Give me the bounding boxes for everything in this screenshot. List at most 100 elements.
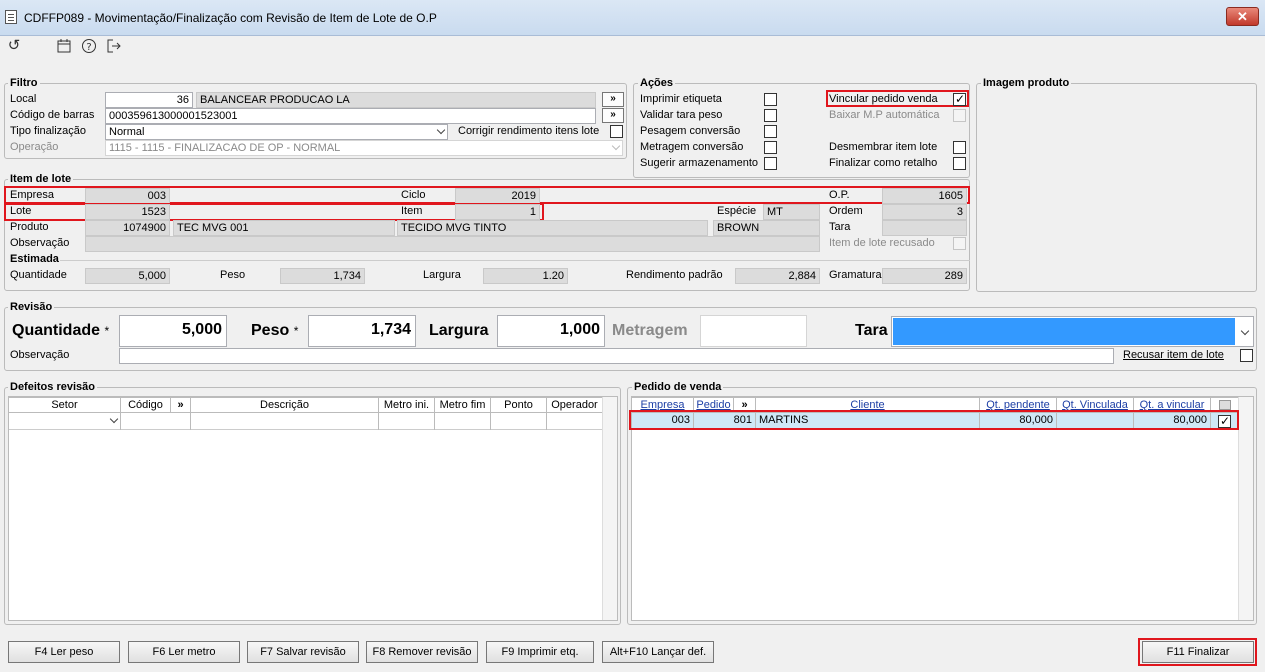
defeitos-scrollbar[interactable]	[602, 397, 617, 620]
imprimir-etq-button[interactable]: F9 Imprimir etq.	[486, 641, 594, 663]
metro-ini-cell[interactable]	[379, 413, 435, 430]
defeitos-col-codigo[interactable]: Código	[121, 397, 171, 413]
rev-peso-field[interactable]: 1,734	[308, 315, 416, 347]
codigo-cell[interactable]	[121, 413, 191, 430]
local-search-button[interactable]: »	[602, 92, 624, 107]
acao-metragem-checkbox[interactable]	[764, 141, 777, 154]
retalho-checkbox[interactable]	[953, 157, 966, 170]
setor-cell[interactable]	[9, 413, 121, 430]
help-icon[interactable]: ?	[79, 36, 99, 56]
local-name-field: BALANCEAR PRODUCAO LA	[196, 92, 596, 108]
recusar-checkbox[interactable]	[1240, 349, 1253, 362]
acao-metragem-label: Metragem conversão	[640, 141, 744, 153]
remover-revisao-button[interactable]: F8 Remover revisão	[366, 641, 478, 663]
rev-quantidade-text: Quantidade	[12, 322, 101, 339]
acao-validar-label: Validar tara peso	[640, 109, 723, 121]
rev-tara-select[interactable]	[891, 316, 1254, 347]
salvar-revisao-button[interactable]: F7 Salvar revisão	[247, 641, 359, 663]
ciclo-label: Ciclo	[401, 189, 426, 201]
est-peso-label: Peso	[220, 269, 246, 281]
observacao-field	[85, 236, 820, 252]
item-field: 1	[455, 204, 540, 220]
descricao-cell[interactable]	[191, 413, 379, 430]
required-mark: *	[293, 324, 299, 338]
est-rend-field: 2,884	[735, 268, 820, 284]
exit-icon[interactable]	[104, 36, 124, 56]
lote-label: Lote	[10, 205, 32, 217]
est-quantidade-label: Quantidade	[10, 269, 67, 281]
operacao-select: 1115 - 1115 - FINALIZACAO DE OP - NORMAL	[105, 140, 623, 156]
recusado-label: Item de lote recusado	[829, 237, 935, 249]
chevron-down-icon	[436, 125, 446, 135]
operador-cell[interactable]	[547, 413, 603, 430]
acao-sugerir-checkbox[interactable]	[764, 157, 777, 170]
est-largura-field: 1.20	[483, 268, 568, 284]
corrigir-checkbox[interactable]	[610, 125, 623, 138]
estimada-title: Estimada	[8, 253, 61, 265]
estimada-divider	[60, 260, 970, 261]
ler-metro-button[interactable]: F6 Ler metro	[128, 641, 240, 663]
vincular-label: Vincular pedido venda	[829, 93, 938, 105]
ler-peso-button[interactable]: F4 Ler peso	[8, 641, 120, 663]
lote-field: 1523	[85, 204, 170, 220]
chevron-down-icon	[611, 141, 621, 151]
baixar-label: Baixar M.P automática	[829, 109, 940, 121]
est-gramatura-label: Gramatura	[829, 269, 882, 281]
rev-tara-label: Tara	[855, 322, 888, 339]
especie-field: MT	[763, 204, 820, 220]
lancar-def-button[interactable]: Alt+F10 Lançar def.	[602, 641, 714, 663]
rev-tara-selection	[893, 318, 1235, 345]
select-all-icon[interactable]	[1218, 400, 1231, 410]
finalizar-button[interactable]: F11 Finalizar	[1142, 641, 1254, 663]
acao-pesagem-checkbox[interactable]	[764, 125, 777, 138]
barcode-field[interactable]: 000359613000001523001	[105, 108, 596, 124]
baixar-checkbox	[953, 109, 966, 122]
operacao-value: 1115 - 1115 - FINALIZACAO DE OP - NORMAL	[109, 142, 341, 154]
revisao-title: Revisão	[8, 301, 55, 313]
desmembrar-checkbox[interactable]	[953, 141, 966, 154]
defeitos-col-metro-ini[interactable]: Metro ini.	[379, 397, 435, 413]
defeitos-col-setor[interactable]: Setor	[9, 397, 121, 413]
defeitos-col-metro-fim[interactable]: Metro fim	[435, 397, 491, 413]
close-button[interactable]: ✕	[1226, 7, 1259, 26]
defeitos-col-ponto[interactable]: Ponto	[491, 397, 547, 413]
rev-quantidade-field[interactable]: 5,000	[119, 315, 227, 347]
tara-field	[882, 220, 967, 236]
defeitos-col-operador[interactable]: Operador	[547, 397, 603, 413]
rev-largura-field[interactable]: 1,000	[497, 315, 605, 347]
local-label: Local	[10, 93, 37, 105]
defeitos-col-expand[interactable]: »	[171, 397, 191, 413]
empresa-field: 003	[85, 188, 170, 204]
defeitos-new-row[interactable]	[9, 413, 603, 430]
window-title: CDFFP089 - Movimentação/Finalização com …	[24, 11, 437, 25]
acao-imprimir-checkbox[interactable]	[764, 93, 777, 106]
produto-desc-field: TECIDO MVG TINTO	[397, 220, 708, 236]
rev-observacao-field[interactable]	[119, 348, 1114, 364]
rev-peso-text: Peso	[251, 322, 290, 339]
pedido-scrollbar[interactable]	[1238, 397, 1253, 620]
acao-imprimir-label: Imprimir etiqueta	[640, 93, 722, 105]
defeitos-grid[interactable]: Setor Código » Descrição Metro ini. Metr…	[8, 396, 618, 621]
retalho-label: Finalizar como retalho	[829, 157, 938, 169]
vincular-checkbox[interactable]	[953, 92, 966, 106]
est-rend-label: Rendimento padrão	[626, 269, 723, 281]
local-code-field[interactable]: 36	[105, 92, 193, 108]
tara-label: Tara	[829, 221, 851, 233]
defeitos-title: Defeitos revisão	[8, 381, 97, 393]
tipo-value: Normal	[109, 126, 145, 138]
recusado-checkbox	[953, 237, 966, 250]
acao-validar-checkbox[interactable]	[764, 109, 777, 122]
refresh-icon[interactable]: ↺	[4, 36, 24, 56]
observacao-label: Observação	[10, 237, 70, 249]
produto-code-field: 1074900	[85, 220, 170, 236]
defeitos-col-descricao[interactable]: Descrição	[191, 397, 379, 413]
tipo-select[interactable]: Normal	[105, 124, 448, 140]
ponto-cell[interactable]	[491, 413, 547, 430]
calendar-icon[interactable]	[54, 36, 74, 56]
imagem-group	[976, 83, 1257, 292]
barcode-search-button[interactable]: »	[602, 108, 624, 123]
metro-fim-cell[interactable]	[435, 413, 491, 430]
acoes-title: Ações	[638, 77, 676, 89]
produto-name-field: TEC MVG 001	[173, 220, 395, 236]
rev-metragem-field	[700, 315, 807, 347]
